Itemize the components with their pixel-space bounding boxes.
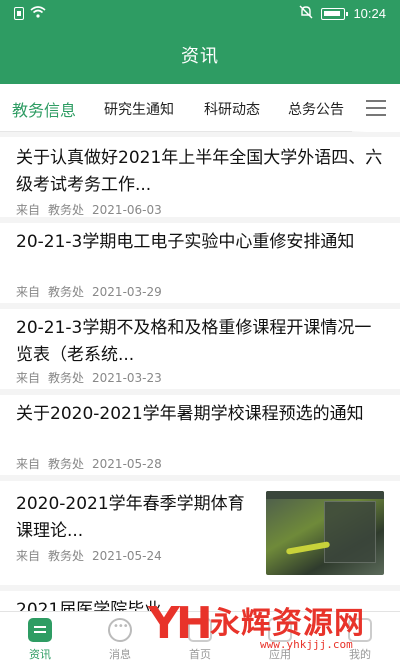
article-source: 教务处 bbox=[48, 549, 85, 563]
article-meta: 来自 教务处 2021-06-03 bbox=[16, 201, 170, 218]
article-source: 教务处 bbox=[48, 203, 85, 217]
article-thumbnail bbox=[266, 491, 384, 575]
list-item[interactable]: 关于2020-2021学年暑期学校课程预选的通知 来自 教务处 2021-05-28 bbox=[0, 395, 400, 475]
source-label: 来自 bbox=[16, 457, 41, 471]
article-meta: 来自 教务处 2021-03-23 bbox=[16, 369, 170, 386]
article-source: 教务处 bbox=[48, 371, 85, 385]
watermark-url: www.yhkjjj.com bbox=[260, 638, 353, 651]
article-title: 关于认真做好2021年上半年全国大学外语四、六级考试考务工作... bbox=[16, 148, 383, 195]
status-bar: 10:24 bbox=[0, 0, 400, 28]
article-date: 2021-06-03 bbox=[92, 203, 162, 217]
article-title: 20-21-3学期不及格和及格重修课程开课情况一览表（老系统... bbox=[16, 318, 372, 365]
tab-research-news[interactable]: 科研动态 bbox=[204, 99, 260, 119]
article-date: 2021-03-23 bbox=[92, 371, 162, 385]
menu-icon bbox=[366, 100, 386, 102]
tab-general-affairs[interactable]: 总务公告 bbox=[288, 99, 344, 119]
watermark-logo: YH bbox=[148, 598, 213, 649]
app-header: 10:24 资讯 bbox=[0, 0, 400, 84]
article-date: 2021-03-29 bbox=[92, 285, 162, 299]
article-source: 教务处 bbox=[48, 285, 85, 299]
list-item[interactable]: 2020-2021学年春季学期体育课理论... 来自 教务处 2021-05-24 bbox=[0, 481, 400, 585]
source-label: 来自 bbox=[16, 371, 41, 385]
nav-messages[interactable]: 消息 bbox=[90, 618, 150, 662]
chat-icon bbox=[108, 618, 132, 642]
article-date: 2021-05-28 bbox=[92, 457, 162, 471]
watermark: YH 永辉资源网 www.yhkjjj.com bbox=[148, 590, 388, 660]
article-title: 2020-2021学年春季学期体育课理论... bbox=[16, 494, 245, 541]
article-meta: 来自 教务处 2021-03-29 bbox=[16, 283, 170, 300]
source-label: 来自 bbox=[16, 285, 41, 299]
nav-news[interactable]: 资讯 bbox=[10, 618, 70, 662]
watermark-name: 永辉资源网 bbox=[210, 606, 365, 641]
sim-card-icon bbox=[14, 7, 24, 20]
article-title: 关于2020-2021学年暑期学校课程预选的通知 bbox=[16, 404, 364, 424]
list-item[interactable]: 关于认真做好2021年上半年全国大学外语四、六级考试考务工作... 来自 教务处 2… bbox=[0, 137, 400, 217]
status-time: 10:24 bbox=[353, 6, 386, 21]
source-label: 来自 bbox=[16, 549, 41, 563]
article-list: 关于认真做好2021年上半年全国大学外语四、六级考试考务工作... 来自 教务处 2… bbox=[0, 133, 400, 611]
article-meta: 来自 教务处 2021-05-24 bbox=[16, 547, 170, 564]
wifi-icon bbox=[30, 6, 46, 21]
mute-icon bbox=[299, 5, 313, 22]
document-icon bbox=[28, 618, 52, 642]
category-tabs: 教务信息 研究生通知 科研动态 总务公告 bbox=[0, 84, 400, 132]
nav-label: 资讯 bbox=[29, 648, 51, 661]
list-item[interactable]: 20-21-3学期电工电子实验中心重修安排通知 来自 教务处 2021-03-29 bbox=[0, 223, 400, 303]
article-title: 20-21-3学期电工电子实验中心重修安排通知 bbox=[16, 232, 355, 252]
article-date: 2021-05-24 bbox=[92, 549, 162, 563]
article-source: 教务处 bbox=[48, 457, 85, 471]
article-meta: 来自 教务处 2021-05-28 bbox=[16, 455, 170, 472]
tab-graduate-notices[interactable]: 研究生通知 bbox=[104, 99, 174, 119]
list-item[interactable]: 20-21-3学期不及格和及格重修课程开课情况一览表（老系统... 来自 教务处 2… bbox=[0, 309, 400, 389]
tab-academic-affairs[interactable]: 教务信息 bbox=[12, 97, 76, 121]
battery-icon bbox=[321, 7, 349, 20]
page-title: 资讯 bbox=[181, 46, 219, 67]
source-label: 来自 bbox=[16, 203, 41, 217]
nav-label: 消息 bbox=[109, 648, 131, 661]
tabs-menu-button[interactable] bbox=[352, 84, 400, 132]
